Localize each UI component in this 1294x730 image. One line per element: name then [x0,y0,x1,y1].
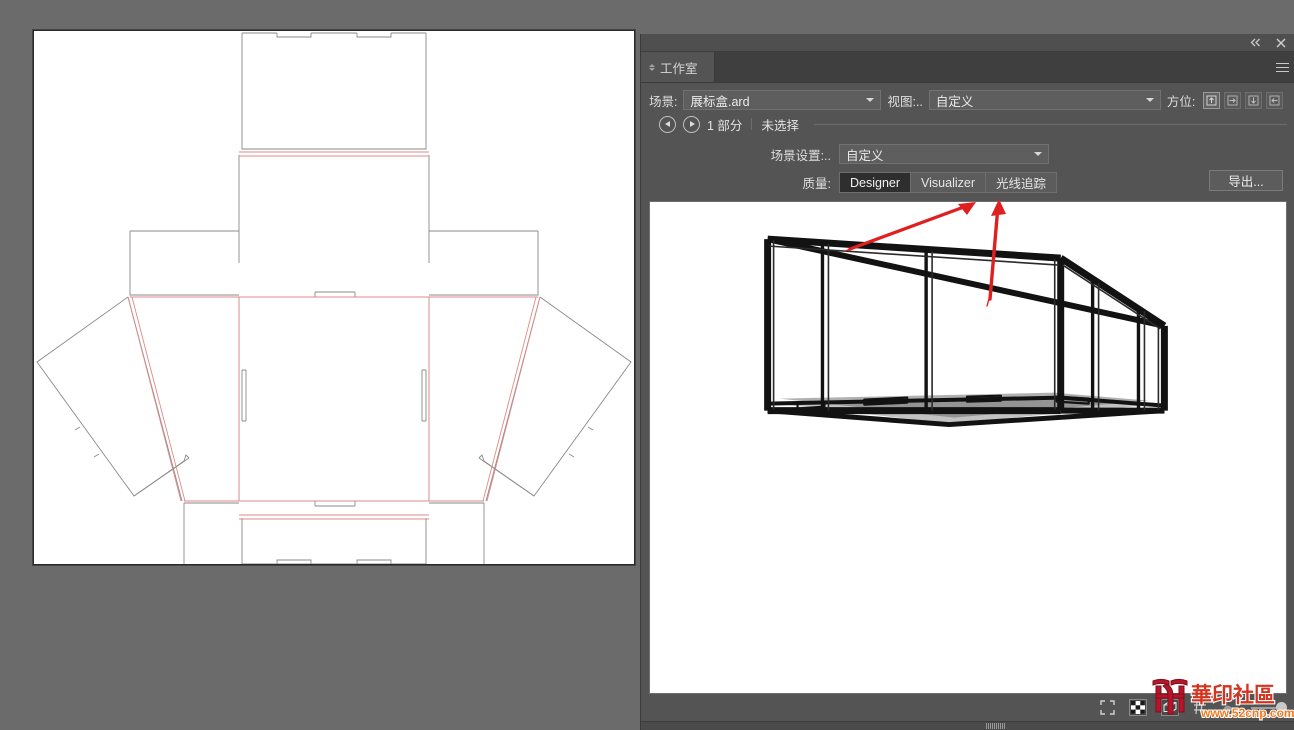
render-settings-block: 场景设置:.. 自定义 质量: Designer Visualizer 光线追踪… [641,138,1294,201]
model-reflection [768,411,1165,582]
quality-option-raytrace[interactable]: 光线追踪 [986,173,1056,192]
chevron-down-icon [1034,152,1042,156]
zoom-slider-knob[interactable] [1276,702,1287,713]
close-icon[interactable] [1274,37,1287,49]
tab-row-filler [715,52,1269,82]
parts-rule [814,124,1287,125]
tab-drag-grip-icon [649,64,655,71]
3d-viewport[interactable] [649,201,1287,694]
window-status-strip [641,721,1294,730]
quality-segmented-control: Designer Visualizer 光线追踪 [839,172,1057,193]
scene-setting-value: 自定义 [846,145,884,164]
export-button[interactable]: 导出... [1209,170,1283,191]
studio-panel-window: 工作室 场景: 展标盒.ard 视图:.. 自定义 方位: [640,34,1294,730]
tab-studio[interactable]: 工作室 [641,52,715,82]
dieline-cut-lines [37,33,631,564]
hamburger-menu-icon[interactable] [1269,52,1294,82]
quality-option-visualizer[interactable]: Visualizer [911,173,986,192]
model-wireframe [768,239,1165,424]
fullscreen-icon[interactable] [1100,700,1115,715]
orientation-right-icon[interactable] [1224,92,1241,109]
parts-navigation-row: 1 部分 未选择 [641,110,1294,138]
display-box-wireframe-model [650,202,1286,693]
orientation-left-icon[interactable] [1266,92,1283,109]
screen-root: 工作室 场景: 展标盒.ard 视图:.. 自定义 方位: [0,0,1294,730]
quality-label: 质量: [641,173,839,192]
view-select[interactable]: 自定义 [929,90,1161,110]
shadow-icon[interactable] [1221,703,1237,713]
previous-part-icon[interactable] [659,116,676,133]
dieline-document-canvas[interactable] [33,30,635,565]
view-select-value: 自定义 [936,91,974,110]
quality-row: 质量: Designer Visualizer 光线追踪 [641,172,1294,193]
window-titlebar [641,34,1294,52]
orientation-bottom-icon[interactable] [1245,92,1262,109]
view-label: 视图:.. [887,91,922,110]
chevron-down-icon [866,98,874,102]
scene-select[interactable]: 展标盒.ard [683,90,881,110]
scene-label: 场景: [649,91,677,110]
zoom-slider[interactable] [1251,702,1287,713]
scene-setting-label: 场景设置:.. [641,145,839,164]
checkerboard-background-icon[interactable] [1129,699,1147,716]
viewport-wrapper [641,201,1294,694]
collapse-left-icon[interactable] [1249,37,1262,49]
grid-icon[interactable] [1193,701,1207,715]
tab-studio-label: 工作室 [660,58,698,77]
next-part-icon[interactable] [683,116,700,133]
3d-box-view-icon[interactable] [1161,699,1179,716]
parts-count-label: 1 部分 [707,115,742,134]
parts-selection-label: 未选择 [761,115,799,134]
dieline-crease-lines [128,152,540,519]
resize-grip-icon[interactable] [986,723,1005,729]
viewport-bottom-toolbar: 華印社區 www.52cnp.com [641,694,1294,721]
panel-tab-row: 工作室 [641,52,1294,83]
scene-setting-select[interactable]: 自定义 [839,144,1049,164]
orientation-button-group [1203,92,1283,109]
zoom-slider-track [1251,707,1277,709]
orientation-top-icon[interactable] [1203,92,1220,109]
dieline-drawing [34,31,634,564]
orientation-label: 方位: [1167,91,1195,110]
scene-select-value: 展标盒.ard [690,91,749,110]
scene-setting-row: 场景设置:.. 自定义 [641,144,1294,164]
parts-divider [751,118,752,130]
quality-option-designer[interactable]: Designer [840,173,911,192]
chevron-down-icon [1146,98,1154,102]
scene-toolbar: 场景: 展标盒.ard 视图:.. 自定义 方位: [641,83,1294,110]
